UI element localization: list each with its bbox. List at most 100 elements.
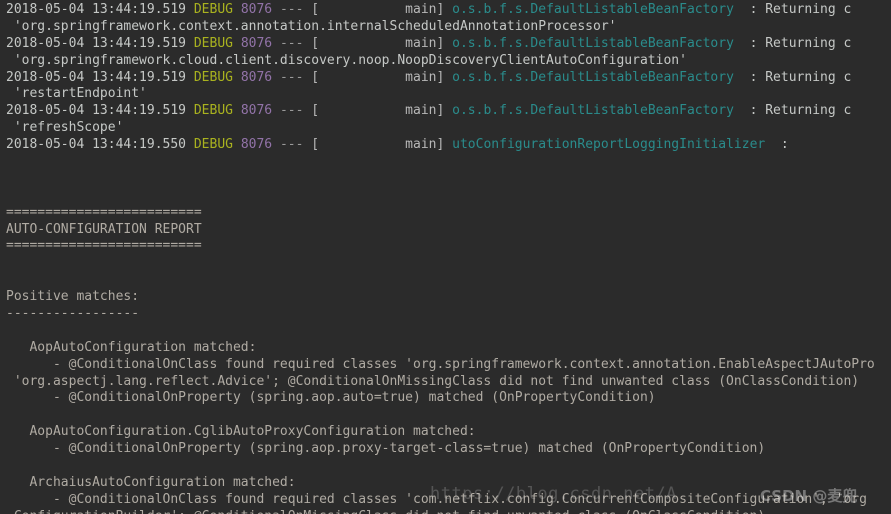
log-space <box>734 103 750 118</box>
log-message: Returning c <box>765 69 852 85</box>
report-line: - @ConditionalOnProperty (spring.aop.pro… <box>0 441 891 458</box>
report-line-text: ----------------- <box>6 306 140 322</box>
log-dashes: --- <box>279 35 304 51</box>
log-logger: utoConfigurationReportLoggingInitializer <box>452 137 766 153</box>
report-line: .ConfigurationBuilder'; @ConditionalOnMi… <box>0 509 891 514</box>
log-space <box>272 137 280 152</box>
report-line-text: - @ConditionalOnClass found required cla… <box>6 491 867 507</box>
log-continuation-text: 'restartEndpoint' <box>6 86 147 102</box>
report-line: ----------------- <box>0 306 891 323</box>
log-pid: 8076 <box>240 69 273 85</box>
report-line-text: .ConfigurationBuilder'; @ConditionalOnMi… <box>6 509 765 514</box>
report-line: AUTO-CONFIGURATION REPORT <box>0 222 891 239</box>
report-line: AopAutoConfiguration.CglibAutoProxyConfi… <box>0 424 891 441</box>
log-space <box>233 36 241 51</box>
log-logger: o.s.b.f.s.DefaultListableBeanFactory <box>452 2 734 17</box>
log-line: 2018-05-04 13:44:19.519 DEBUG 8076 --- [… <box>0 70 891 87</box>
log-space <box>765 137 781 152</box>
report-line: 'org.aspectj.lang.reflect.Advice'; @Cond… <box>0 374 891 391</box>
report-line-text: ========================= <box>6 204 202 220</box>
log-pid: 8076 <box>240 103 273 119</box>
log-thread: [ main] <box>311 137 445 153</box>
log-line-continuation: 'org.springframework.cloud.client.discov… <box>0 53 891 70</box>
log-timestamp: 2018-05-04 13:44:19.519 <box>6 35 187 51</box>
log-space <box>272 103 280 118</box>
report-line: ========================= <box>0 205 891 222</box>
log-line-continuation: 'restartEndpoint' <box>0 86 891 103</box>
log-level: DEBUG <box>193 69 233 85</box>
log-dashes: --- <box>279 2 304 17</box>
log-thread: [ main] <box>311 69 445 85</box>
log-space <box>186 103 194 118</box>
report-line-text: ArchaiusAutoConfiguration matched: <box>6 474 296 490</box>
log-space <box>233 70 241 85</box>
log-line-continuation: 'org.springframework.context.annotation.… <box>0 19 891 36</box>
log-space <box>444 137 452 152</box>
log-message: Returning c <box>765 2 852 17</box>
log-thread: [ main] <box>311 35 445 51</box>
report-line: ArchaiusAutoConfiguration matched: <box>0 475 891 492</box>
log-space <box>233 2 241 17</box>
log-space <box>272 2 280 17</box>
report-line-text: - @ConditionalOnProperty (spring.aop.pro… <box>6 441 766 457</box>
log-space <box>444 103 452 118</box>
log-line: 2018-05-04 13:44:19.519 DEBUG 8076 --- [… <box>0 103 891 120</box>
log-space <box>186 2 194 17</box>
log-message: Returning c <box>765 103 852 119</box>
log-space <box>186 70 194 85</box>
log-timestamp: 2018-05-04 13:44:19.519 <box>6 2 187 17</box>
log-dashes: --- <box>279 137 304 153</box>
report-line <box>0 188 891 205</box>
log-thread: [ main] <box>311 2 445 17</box>
report-line: ========================= <box>0 238 891 255</box>
log-continuation-text: 'org.springframework.context.annotation.… <box>6 18 617 34</box>
log-space <box>186 137 194 152</box>
log-level: DEBUG <box>193 137 233 153</box>
log-space <box>734 2 750 17</box>
log-space <box>444 2 452 17</box>
log-level: DEBUG <box>193 2 233 17</box>
log-space <box>186 36 194 51</box>
log-space <box>233 137 241 152</box>
log-pid: 8076 <box>240 2 273 17</box>
log-timestamp: 2018-05-04 13:44:19.519 <box>6 69 187 85</box>
log-message: Returning c <box>765 35 852 51</box>
log-logger: o.s.b.f.s.DefaultListableBeanFactory <box>452 35 734 51</box>
log-space <box>734 70 750 85</box>
log-space <box>734 36 750 51</box>
report-line-text: AUTO-CONFIGURATION REPORT <box>6 221 202 237</box>
log-space <box>444 36 452 51</box>
report-line-text: ========================= <box>6 238 202 254</box>
report-line-text: Positive matches: <box>6 289 140 305</box>
log-continuation-text: 'org.springframework.cloud.client.discov… <box>6 52 687 68</box>
log-logger: o.s.b.f.s.DefaultListableBeanFactory <box>452 69 734 85</box>
report-line-text: AopAutoConfiguration matched: <box>6 339 257 355</box>
console-log-output[interactable]: 2018-05-04 13:44:19.519 DEBUG 8076 --- [… <box>0 0 891 514</box>
log-pid: 8076 <box>240 35 273 51</box>
log-dashes: --- <box>279 69 304 85</box>
report-line: AopAutoConfiguration matched: <box>0 340 891 357</box>
log-continuation-text: 'refreshScope' <box>6 120 124 136</box>
log-thread: [ main] <box>311 103 445 119</box>
report-line: - @ConditionalOnClass found required cla… <box>0 492 891 509</box>
log-logger: o.s.b.f.s.DefaultListableBeanFactory <box>452 103 734 119</box>
log-line: 2018-05-04 13:44:19.519 DEBUG 8076 --- [… <box>0 36 891 53</box>
report-line-text: - @ConditionalOnProperty (spring.aop.aut… <box>6 390 656 406</box>
log-pid: 8076 <box>240 137 273 153</box>
log-colon: : <box>780 137 789 153</box>
report-line-text: AopAutoConfiguration.CglibAutoProxyConfi… <box>6 424 476 440</box>
log-space <box>444 70 452 85</box>
report-line: - @ConditionalOnProperty (spring.aop.aut… <box>0 390 891 407</box>
log-timestamp: 2018-05-04 13:44:19.519 <box>6 103 187 119</box>
log-line-continuation: 'refreshScope' <box>0 120 891 137</box>
report-line: - @ConditionalOnClass found required cla… <box>0 357 891 374</box>
log-space <box>233 103 241 118</box>
report-line: Positive matches: <box>0 289 891 306</box>
log-line: 2018-05-04 13:44:19.550 DEBUG 8076 --- [… <box>0 137 891 154</box>
